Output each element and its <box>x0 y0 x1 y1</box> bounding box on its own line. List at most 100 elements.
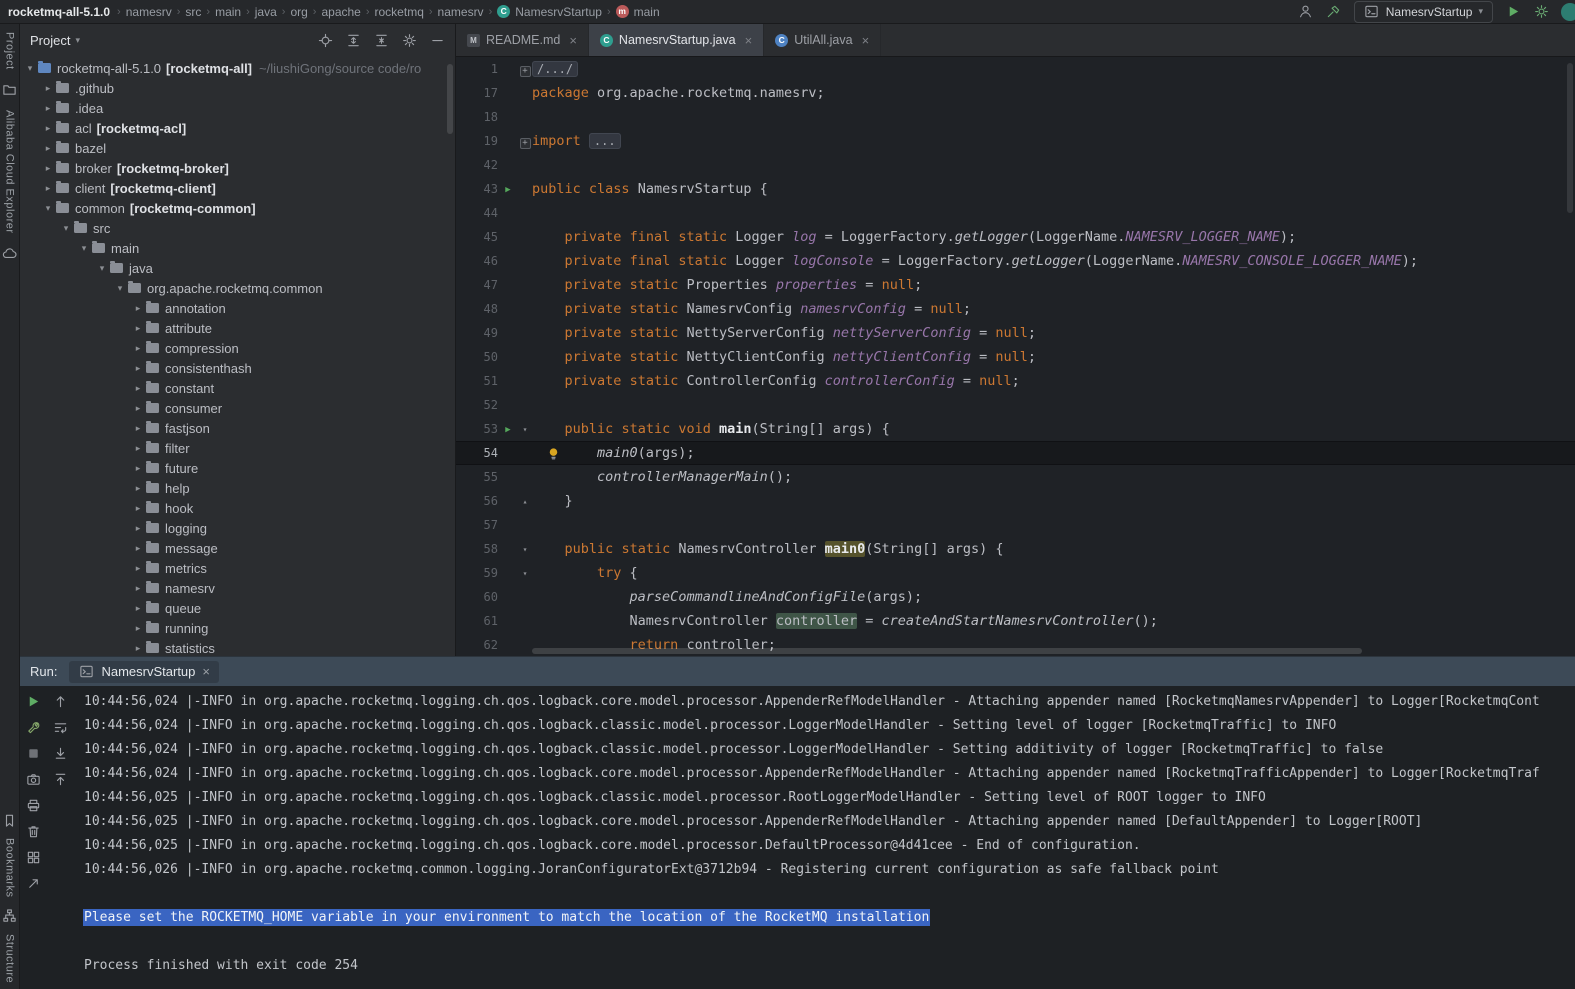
arrow-up-icon[interactable] <box>53 693 69 709</box>
tree-row[interactable]: ▸.idea <box>20 98 455 118</box>
horizontal-scrollbar[interactable] <box>532 648 1362 654</box>
line-number[interactable]: 17 <box>456 81 498 105</box>
line-number[interactable]: 19 <box>456 129 498 153</box>
run-configuration-select[interactable]: NamesrvStartup ▾ <box>1354 1 1493 23</box>
tree-chevron-icon[interactable]: ▸ <box>130 463 146 474</box>
intention-bulb-icon[interactable] <box>546 445 560 459</box>
tree-row[interactable]: ▸bazel <box>20 138 455 158</box>
tree-chevron-icon[interactable]: ▾ <box>40 203 56 214</box>
tree-chevron-icon[interactable]: ▸ <box>130 543 146 554</box>
tree-chevron-icon[interactable]: ▸ <box>130 603 146 614</box>
printer-icon[interactable] <box>26 797 42 813</box>
console-output[interactable]: 10:44:56,024 |-INFO in org.apache.rocket… <box>74 686 1575 989</box>
tree-row[interactable]: ▾java <box>20 258 455 278</box>
line-number[interactable]: 59 <box>456 561 498 585</box>
breadcrumb-item[interactable]: src <box>185 5 201 19</box>
breadcrumb-item[interactable]: org <box>290 5 307 19</box>
tree-chevron-icon[interactable]: ▸ <box>130 583 146 594</box>
tree-row[interactable]: ▸consistenthash <box>20 358 455 378</box>
fold-up-icon[interactable]: ▴ <box>523 497 528 506</box>
tree-row[interactable]: ▸help <box>20 478 455 498</box>
tree-row[interactable]: ▸compression <box>20 338 455 358</box>
pin-icon[interactable] <box>26 875 42 891</box>
tree-row[interactable]: ▸future <box>20 458 455 478</box>
tree-chevron-icon[interactable]: ▸ <box>130 483 146 494</box>
tree-row[interactable]: ▸constant <box>20 378 455 398</box>
grid-icon[interactable] <box>26 849 42 865</box>
chevron-down-icon[interactable]: ▾ <box>75 35 80 46</box>
tree-chevron-icon[interactable]: ▸ <box>130 563 146 574</box>
line-number[interactable]: 1 <box>456 57 498 81</box>
tree-chevron-icon[interactable]: ▸ <box>40 163 56 174</box>
line-number[interactable]: 55 <box>456 465 498 489</box>
tree-row[interactable]: ▸logging <box>20 518 455 538</box>
tree-row[interactable]: ▸message <box>20 538 455 558</box>
line-number[interactable]: 60 <box>456 585 498 609</box>
line-number[interactable]: 58 <box>456 537 498 561</box>
tree-row[interactable]: ▸broker[rocketmq-broker] <box>20 158 455 178</box>
tab-close-icon[interactable]: × <box>862 33 870 48</box>
breadcrumb-method-item[interactable]: mmain <box>616 5 660 19</box>
camera-icon[interactable] <box>26 771 42 787</box>
tree-row[interactable]: ▸.github <box>20 78 455 98</box>
breadcrumb-item[interactable]: java <box>255 5 277 19</box>
tree-chevron-icon[interactable]: ▸ <box>130 383 146 394</box>
softwrap-icon[interactable] <box>53 719 69 735</box>
tree-row[interactable]: ▸annotation <box>20 298 455 318</box>
tree-chevron-icon[interactable]: ▸ <box>130 623 146 634</box>
tool-stripe-project[interactable]: Project <box>4 32 16 70</box>
fold-plus-icon[interactable]: + <box>520 138 531 149</box>
structure-icon[interactable] <box>2 908 18 924</box>
tree-chevron-icon[interactable]: ▸ <box>130 403 146 414</box>
run-line-icon[interactable]: ▶ <box>505 425 510 435</box>
tree-chevron-icon[interactable]: ▸ <box>130 443 146 454</box>
tree-chevron-icon[interactable]: ▸ <box>130 643 146 654</box>
breadcrumb-item[interactable]: apache <box>321 5 360 19</box>
breadcrumb-item[interactable]: main <box>215 5 241 19</box>
tree-row[interactable]: ▸metrics <box>20 558 455 578</box>
tree-chevron-icon[interactable]: ▸ <box>40 83 56 94</box>
tree-row[interactable]: ▾rocketmq-all-5.1.0[rocketmq-all]~/liush… <box>20 58 455 78</box>
line-number[interactable]: 48 <box>456 297 498 321</box>
tree-chevron-icon[interactable]: ▸ <box>130 503 146 514</box>
settings-gear-icon[interactable] <box>1533 4 1549 20</box>
tree-scrollbar[interactable] <box>447 64 453 134</box>
line-number[interactable]: 54 <box>456 441 498 465</box>
line-number[interactable]: 45 <box>456 225 498 249</box>
tree-chevron-icon[interactable]: ▸ <box>130 303 146 314</box>
tree-chevron-icon[interactable]: ▸ <box>40 123 56 134</box>
tree-row[interactable]: ▾common[rocketmq-common] <box>20 198 455 218</box>
line-number[interactable]: 46 <box>456 249 498 273</box>
tree-row[interactable]: ▸acl[rocketmq-acl] <box>20 118 455 138</box>
stop-icon[interactable] <box>26 745 42 761</box>
tree-chevron-icon[interactable]: ▾ <box>76 243 92 254</box>
collapse-all-icon[interactable] <box>373 32 389 48</box>
gear-icon[interactable] <box>401 32 417 48</box>
hide-panel-icon[interactable] <box>429 32 445 48</box>
avatar[interactable] <box>1561 3 1575 21</box>
tree-row[interactable]: ▾org.apache.rocketmq.common <box>20 278 455 298</box>
scrolldown-icon[interactable] <box>53 745 69 761</box>
tree-chevron-icon[interactable]: ▸ <box>40 143 56 154</box>
scrollup-icon[interactable] <box>53 771 69 787</box>
play-icon[interactable] <box>26 693 42 709</box>
tree-chevron-icon[interactable]: ▾ <box>58 223 74 234</box>
line-number[interactable]: 49 <box>456 321 498 345</box>
tree-chevron-icon[interactable]: ▸ <box>40 183 56 194</box>
line-number[interactable]: 50 <box>456 345 498 369</box>
editor-tab[interactable]: MREADME.md× <box>456 24 589 56</box>
tree-chevron-icon[interactable]: ▸ <box>130 423 146 434</box>
tool-stripe-bookmarks[interactable]: Bookmarks <box>4 838 16 898</box>
fold-down-icon[interactable]: ▾ <box>523 425 528 434</box>
tool-stripe-cloud-explorer[interactable]: Alibaba Cloud Explorer <box>4 110 16 234</box>
line-number[interactable]: 42 <box>456 153 498 177</box>
run-line-icon[interactable]: ▶ <box>505 185 510 195</box>
cloud-tool-icon[interactable] <box>2 245 18 261</box>
tab-close-icon[interactable]: × <box>569 33 577 48</box>
build-hammer-icon[interactable] <box>1326 4 1342 20</box>
breadcrumb-item[interactable]: rocketmq <box>375 5 424 19</box>
tree-row[interactable]: ▸running <box>20 618 455 638</box>
tab-close-icon[interactable]: × <box>745 33 753 48</box>
breadcrumb-project-name[interactable]: rocketmq-all-5.1.0 <box>8 5 110 19</box>
wrench-icon[interactable] <box>26 719 42 735</box>
